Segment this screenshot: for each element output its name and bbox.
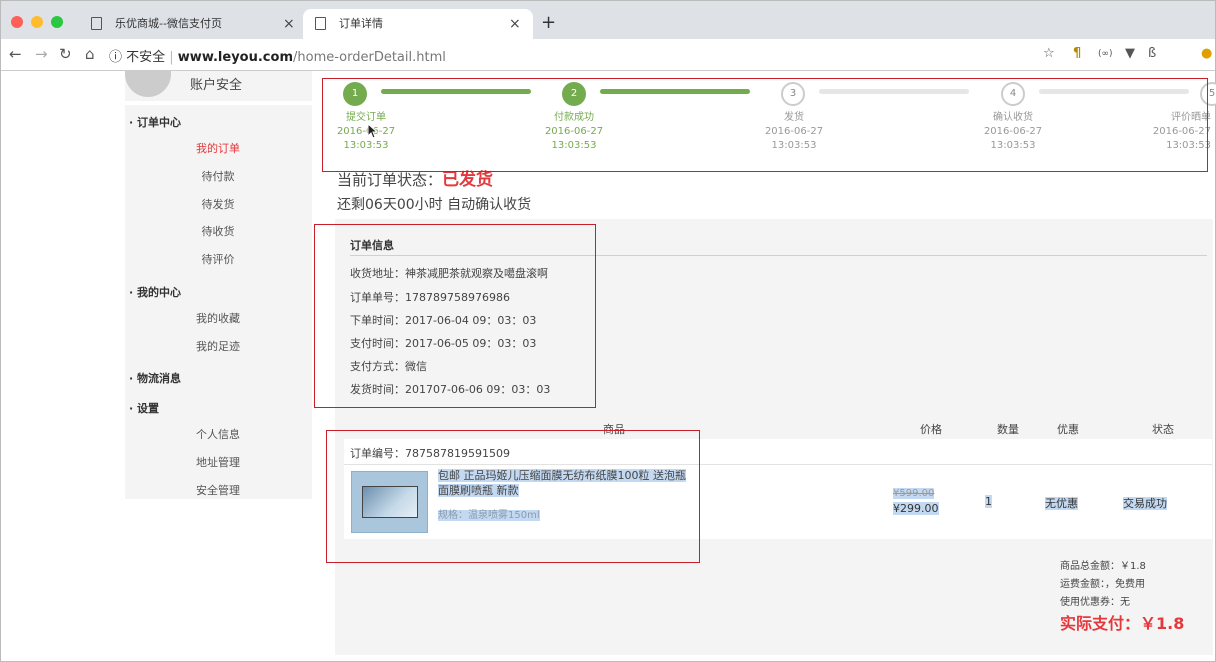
reload-icon[interactable]: ↻ bbox=[59, 45, 72, 63]
extension-icon[interactable]: ¶ bbox=[1073, 46, 1081, 61]
forward-icon[interactable]: → bbox=[35, 45, 48, 63]
extension-icon[interactable]: (∞) bbox=[1098, 49, 1113, 59]
extension-icon[interactable]: ▼ bbox=[1125, 46, 1135, 61]
sidebar-item-my-orders[interactable]: 我的订单 bbox=[163, 140, 273, 156]
back-icon[interactable]: ← bbox=[9, 45, 22, 63]
url-path: /home-orderDetail.html bbox=[293, 50, 446, 65]
close-window-icon[interactable] bbox=[11, 16, 23, 28]
bookmark-star-icon[interactable]: ☆ bbox=[1043, 46, 1055, 61]
browser-window: 乐优商城--微信支付页 × 订单详情 × + ← → ↻ ⌂ ⓘ 不安全 | w… bbox=[0, 0, 1216, 662]
sidebar-group-logistics[interactable]: · 物流消息 bbox=[129, 370, 181, 386]
annotation-box-order-info bbox=[314, 224, 596, 408]
page-icon bbox=[91, 17, 102, 30]
sidebar-item-pending-shipment[interactable]: 待发货 bbox=[163, 196, 273, 212]
goods-total: 商品总金额：￥1.8 bbox=[1060, 561, 1146, 572]
auto-confirm-countdown: 还剩06天00小时 自动确认收货 bbox=[337, 197, 532, 213]
extension-icon[interactable]: ß bbox=[1148, 46, 1156, 61]
tab-order-detail[interactable]: 订单详情 × bbox=[303, 9, 533, 39]
actual-payment: 实际支付：￥1.8 bbox=[1060, 614, 1185, 633]
sidebar-group-settings: · 设置 bbox=[129, 402, 160, 415]
sidebar-item-security-management[interactable]: 安全管理 bbox=[163, 482, 273, 498]
annotation-box-order-item bbox=[326, 430, 700, 563]
tab-bar: 乐优商城--微信支付页 × 订单详情 × + bbox=[1, 1, 1215, 39]
security-indicator[interactable]: ⓘ 不安全 bbox=[109, 50, 165, 65]
sidebar-item-footprints[interactable]: 我的足迹 bbox=[163, 338, 273, 354]
tab-wechat-pay[interactable]: 乐优商城--微信支付页 × bbox=[79, 9, 303, 39]
sidebar-item-personal-info[interactable]: 个人信息 bbox=[163, 426, 273, 442]
maximize-window-icon[interactable] bbox=[51, 16, 63, 28]
url-domain: www.leyou.com bbox=[177, 50, 293, 65]
extension-icon[interactable]: ● bbox=[1201, 46, 1212, 61]
tab-close-icon[interactable]: × bbox=[283, 9, 295, 39]
page-icon bbox=[315, 17, 326, 30]
sidebar-item-pending-review[interactable]: 待评价 bbox=[163, 251, 273, 267]
sidebar-item-pending-receipt[interactable]: 待收货 bbox=[163, 223, 273, 239]
item-discount: 无优惠 bbox=[1045, 497, 1078, 510]
item-quantity: 1 bbox=[985, 495, 992, 508]
new-tab-button[interactable]: + bbox=[541, 12, 556, 33]
original-price: ¥599.00 bbox=[893, 488, 935, 499]
col-price: 价格 bbox=[920, 423, 942, 436]
tab-title: 乐优商城--微信支付页 bbox=[115, 17, 222, 30]
tab-close-icon[interactable]: × bbox=[509, 9, 521, 39]
home-icon[interactable]: ⌂ bbox=[85, 45, 95, 63]
trade-status: 交易成功 bbox=[1123, 497, 1167, 510]
order-status-value: 已发货 bbox=[442, 170, 494, 190]
sidebar-item-address-management[interactable]: 地址管理 bbox=[163, 454, 273, 470]
col-qty: 数量 bbox=[997, 423, 1019, 436]
sidebar-item-favorites[interactable]: 我的收藏 bbox=[163, 310, 273, 326]
current-price: ¥299.00 bbox=[893, 502, 939, 515]
sidebar-group-order-center: · 订单中心 bbox=[129, 116, 182, 129]
address-bar: ← → ↻ ⌂ ⓘ 不安全 | www.leyou.com/home-order… bbox=[1, 39, 1215, 71]
tab-title: 订单详情 bbox=[339, 17, 383, 30]
sidebar-item-pending-payment[interactable]: 待付款 bbox=[163, 168, 273, 184]
url-field[interactable]: ⓘ 不安全 | www.leyou.com/home-orderDetail.h… bbox=[109, 46, 446, 65]
col-discount: 优惠 bbox=[1057, 423, 1079, 436]
sidebar-group-my-center: · 我的中心 bbox=[129, 286, 182, 299]
account-security-link[interactable]: 账户安全 bbox=[190, 74, 242, 93]
annotation-box-progress bbox=[322, 78, 1208, 172]
minimize-window-icon[interactable] bbox=[31, 16, 43, 28]
shipping-fee: 运费金额：，免费用 bbox=[1060, 579, 1145, 590]
coupon-used: 使用优惠券：无 bbox=[1060, 597, 1130, 608]
col-status: 状态 bbox=[1152, 423, 1174, 436]
